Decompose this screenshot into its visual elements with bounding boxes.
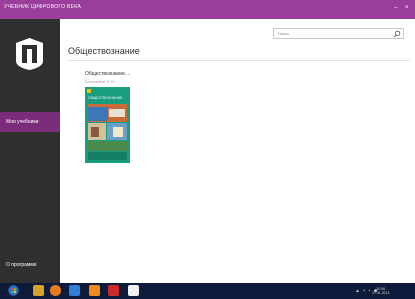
- ie-icon[interactable]: [33, 285, 44, 296]
- search-icon[interactable]: [393, 30, 401, 38]
- taskbar: ▲ ▪ ▪ ◆ 20:06 17.01.2014: [0, 283, 415, 299]
- book-title: Обществознание....: [85, 71, 131, 77]
- clock[interactable]: 20:06 17.01.2014: [372, 287, 390, 295]
- media-player-icon[interactable]: [69, 285, 80, 296]
- close-button[interactable]: ×: [405, 5, 409, 11]
- search-placeholder: Поиск: [278, 31, 290, 36]
- sidebar-item-label: Мои учебники: [6, 119, 39, 125]
- main-panel: Поиск Обществознание Обществознание.... …: [60, 19, 415, 283]
- minimize-button[interactable]: –: [394, 5, 397, 11]
- book-author: Боголюбов Л. Н....: [85, 79, 119, 84]
- explorer-icon[interactable]: [50, 285, 61, 296]
- title-bar: УЧЕБНИК ЦИФРОВОГО ВЕКА – ×: [0, 0, 415, 19]
- publisher-logo-icon: [16, 38, 43, 70]
- divider: [68, 60, 410, 61]
- about-link[interactable]: О программе: [6, 262, 37, 268]
- window-title: УЧЕБНИК ЦИФРОВОГО ВЕКА: [4, 4, 82, 10]
- cover-illustration: [88, 104, 127, 160]
- pdf-icon[interactable]: [108, 285, 119, 296]
- search-input[interactable]: Поиск: [273, 28, 404, 39]
- sidebar-item-my-textbooks[interactable]: Мои учебники: [0, 112, 60, 132]
- page-title: Обществознание: [68, 46, 140, 56]
- textbook-app-icon[interactable]: [128, 285, 139, 296]
- start-button[interactable]: [8, 285, 19, 296]
- clock-date: 17.01.2014: [372, 291, 390, 295]
- file-manager-icon[interactable]: [89, 285, 100, 296]
- book-cover[interactable]: ОБЩЕСТВОЗНАНИЕ: [85, 87, 130, 163]
- sidebar: Мои учебники О программе: [0, 19, 60, 283]
